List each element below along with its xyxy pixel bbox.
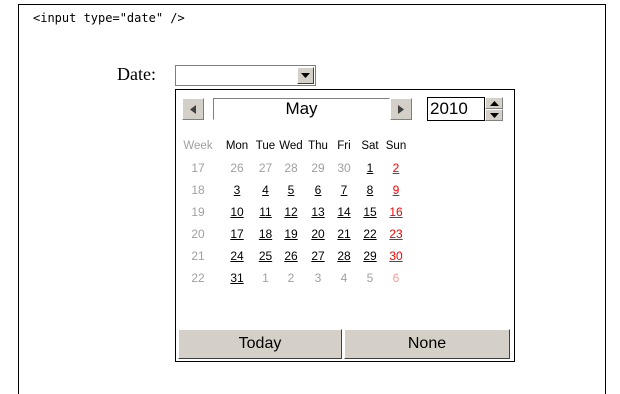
calendar-week-row: 20 17 18 19 20 21 22 23: [176, 223, 409, 245]
calendar-day-other-month[interactable]: 6: [383, 267, 409, 289]
calendar-day[interactable]: 8: [357, 179, 383, 201]
calendar-day[interactable]: 31: [220, 267, 254, 289]
calendar-week-row: 19 10 11 12 13 14 15 16: [176, 201, 409, 223]
calendar-day[interactable]: 14: [331, 201, 357, 223]
day-header: Sun: [385, 140, 407, 152]
left-triangle-icon: [190, 105, 196, 114]
week-number: 17: [191, 161, 205, 175]
calendar-day[interactable]: 9: [383, 179, 409, 201]
calendar-day[interactable]: 24: [220, 245, 254, 267]
week-number: 20: [191, 227, 205, 241]
calendar-day[interactable]: 18: [254, 223, 277, 245]
week-header: Week: [183, 140, 213, 152]
week-number: 18: [191, 183, 205, 197]
calendar-week-row: 17 26 27 28 29 30 1 2: [176, 157, 409, 179]
calendar-day[interactable]: 27: [305, 245, 331, 267]
calendar-footer: Today None: [178, 329, 512, 359]
date-field-label: Date:: [117, 64, 156, 84]
year-input[interactable]: 2010: [427, 97, 485, 121]
calendar-day-other-month[interactable]: 3: [305, 267, 331, 289]
calendar-day-other-month[interactable]: 5: [357, 267, 383, 289]
calendar-nav: May 2010: [176, 90, 514, 124]
calendar-week-row: 18 3 4 5 6 7 8 9: [176, 179, 409, 201]
day-header: Thu: [308, 140, 328, 152]
calendar-day[interactable]: 21: [331, 223, 357, 245]
today-button[interactable]: Today: [178, 329, 342, 359]
calendar-header-row: Week Mon Tue Wed Thu Fri Sat Sun: [176, 135, 409, 157]
calendar-week-row: 21 24 25 26 27 28 29 30: [176, 245, 409, 267]
week-number: 19: [191, 205, 205, 219]
calendar-day-other-month[interactable]: 29: [305, 157, 331, 179]
calendar-grid: Week Mon Tue Wed Thu Fri Sat Sun 17 26 27 2…: [176, 135, 409, 289]
calendar-day[interactable]: 30: [383, 245, 409, 267]
year-spinner: [485, 97, 503, 121]
calendar-day[interactable]: 28: [331, 245, 357, 267]
calendar-day[interactable]: 13: [305, 201, 331, 223]
calendar-day[interactable]: 10: [220, 201, 254, 223]
calendar-day[interactable]: 19: [277, 223, 305, 245]
dropdown-button[interactable]: [297, 67, 314, 84]
calendar-day-other-month[interactable]: 30: [331, 157, 357, 179]
chevron-down-icon: [301, 73, 310, 78]
day-header: Sat: [361, 140, 379, 152]
calendar-week-row: 22 31 1 2 3 4 5 6: [176, 267, 409, 289]
calendar-day[interactable]: 29: [357, 245, 383, 267]
calendar-day[interactable]: 15: [357, 201, 383, 223]
day-header: Fri: [337, 140, 351, 152]
calendar-day[interactable]: 20: [305, 223, 331, 245]
calendar-day[interactable]: 25: [254, 245, 277, 267]
calendar-day[interactable]: 11: [254, 201, 277, 223]
calendar-day[interactable]: 7: [331, 179, 357, 201]
code-snippet: <input type="date" />: [33, 11, 185, 25]
calendar-day-other-month[interactable]: 28: [277, 157, 305, 179]
calendar-day[interactable]: 22: [357, 223, 383, 245]
date-input[interactable]: [175, 65, 316, 86]
calendar-day[interactable]: 4: [254, 179, 277, 201]
week-number: 22: [191, 271, 205, 285]
day-header: Mon: [225, 140, 249, 152]
date-picker-popup: May 2010 Week Mon Tue Wed Thu Fri Sat Su: [175, 89, 515, 362]
calendar-day[interactable]: 23: [383, 223, 409, 245]
year-down-button[interactable]: [485, 109, 503, 121]
calendar-day[interactable]: 26: [277, 245, 305, 267]
right-triangle-icon: [398, 105, 404, 114]
prev-month-button[interactable]: [182, 98, 204, 120]
next-month-button[interactable]: [390, 98, 412, 120]
down-triangle-icon: [490, 113, 499, 118]
day-header: Tue: [255, 140, 276, 152]
month-label: May: [213, 98, 390, 120]
calendar-day[interactable]: 17: [220, 223, 254, 245]
calendar-day-other-month[interactable]: 2: [277, 267, 305, 289]
calendar-day[interactable]: 1: [357, 157, 383, 179]
calendar-day[interactable]: 6: [305, 179, 331, 201]
calendar-day-other-month[interactable]: 1: [254, 267, 277, 289]
up-triangle-icon: [490, 101, 499, 106]
none-button[interactable]: None: [344, 329, 510, 359]
calendar-day[interactable]: 16: [383, 201, 409, 223]
calendar-day[interactable]: 5: [277, 179, 305, 201]
week-number: 21: [191, 249, 205, 263]
calendar-day[interactable]: 3: [220, 179, 254, 201]
calendar-day[interactable]: 12: [277, 201, 305, 223]
calendar-day-other-month[interactable]: 4: [331, 267, 357, 289]
calendar-day[interactable]: 2: [383, 157, 409, 179]
calendar-day-other-month[interactable]: 27: [254, 157, 277, 179]
calendar-day-other-month[interactable]: 26: [220, 157, 254, 179]
day-header: Wed: [279, 140, 303, 152]
year-up-button[interactable]: [485, 97, 503, 109]
